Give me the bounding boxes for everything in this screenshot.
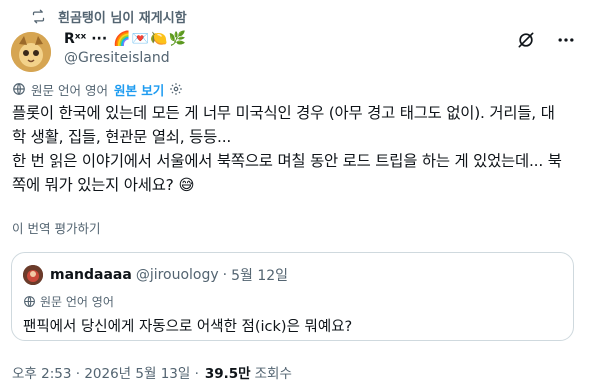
timestamp[interactable]: 오후 2:53 · 2026년 5월 13일 · xyxy=(12,362,199,382)
view-count-label: 조회수 xyxy=(254,366,292,382)
gear-icon[interactable] xyxy=(169,82,183,96)
quoted-tweet[interactable]: mandaaaa @jirouology · 5월 12일 원문 언어 영어 팬… xyxy=(11,252,574,341)
retweet-indicator[interactable]: 흰곰탱이 님이 재게시함 xyxy=(31,6,187,26)
quote-text: 팬픽에서 당신에게 자동으로 어색한 점(ick)은 뭐예요? xyxy=(23,319,353,335)
retweet-icon xyxy=(32,9,45,23)
globe-icon xyxy=(24,295,35,307)
quote-avatar[interactable] xyxy=(23,265,43,285)
author-handle[interactable]: @Gresiteisland xyxy=(64,50,170,66)
quote-separator: · xyxy=(222,267,228,283)
quote-header: mandaaaa @jirouology · 5월 12일 xyxy=(50,265,288,285)
more-icon[interactable] xyxy=(556,30,576,50)
quote-author-handle[interactable]: @jirouology xyxy=(136,267,219,283)
author-name[interactable]: Rˣˣ ··· xyxy=(64,31,107,47)
view-count: 39.5만 xyxy=(204,366,251,382)
author-name-emojis: 🌈💌🍋🌿 xyxy=(113,31,187,47)
quote-source-language: 원문 언어 영어 xyxy=(40,294,114,309)
author-name-row[interactable]: Rˣˣ ··· 🌈💌🍋🌿 xyxy=(64,29,187,49)
avatar[interactable] xyxy=(11,32,51,72)
tweet-text-line: 쪽에 뭐가 있는지 아세요? 😅 xyxy=(12,176,195,194)
quote-author-name[interactable]: mandaaaa xyxy=(50,267,132,283)
retweet-text: 흰곰탱이 님이 재게시함 xyxy=(58,10,187,26)
rate-translation-link[interactable]: 이 번역 평가하기 xyxy=(12,218,100,237)
show-original-link[interactable]: 원본 보기 xyxy=(114,80,164,99)
globe-icon xyxy=(13,83,25,95)
tweet-actions-top xyxy=(516,30,576,50)
grok-icon[interactable] xyxy=(516,30,536,50)
avatar-image xyxy=(11,32,51,72)
translation-bar: 원문 언어 영어 원본 보기 xyxy=(12,80,183,98)
source-language: 원문 언어 영어 xyxy=(31,82,108,98)
quote-date[interactable]: 5월 12일 xyxy=(231,265,288,285)
tweet-text-line: 학 생활, 집들, 현관문 열쇠, 등등... xyxy=(12,128,232,146)
tweet-text: 플롯이 한국에 있는데 모든 게 너무 미국식인 경우 (아무 경고 태그도 없… xyxy=(12,101,582,197)
quote-translation-bar: 원문 언어 영어 xyxy=(23,293,114,309)
tweet-text-line: 플롯이 한국에 있는데 모든 게 너무 미국식인 경우 (아무 경고 태그도 없… xyxy=(12,104,555,122)
tweet-text-line: 한 번 읽은 이야기에서 서울에서 북쪽으로 며칠 동안 로드 트립을 하는 게… xyxy=(12,152,562,170)
tweet-meta: 오후 2:53 · 2026년 5월 13일 · 39.5만 조회수 xyxy=(12,362,292,382)
